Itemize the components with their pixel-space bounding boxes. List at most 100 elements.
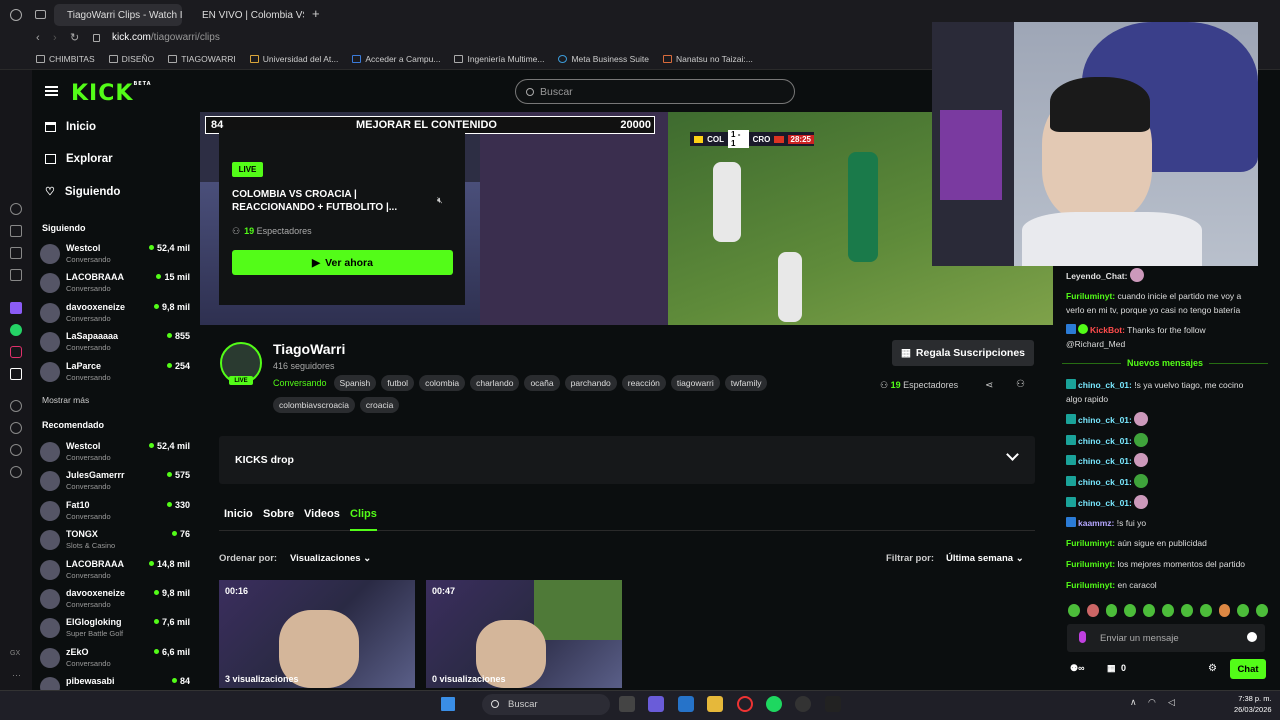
filter-dropdown[interactable]: Última semana ⌄ [946,553,1024,564]
volume-icon[interactable]: ◁ [1168,697,1175,708]
reload-icon[interactable]: ↻ [70,31,79,44]
emote-icon[interactable] [1199,604,1212,617]
channel-item[interactable]: LACOBRAAA Conversando 14,8 mil [40,557,190,583]
windows-start-icon[interactable] [441,697,455,711]
twitch-icon[interactable] [10,302,22,314]
microphone-icon[interactable] [1079,631,1086,643]
nav-siguiendo[interactable]: ♡ Siguiendo [45,185,120,199]
bookmark-item[interactable]: TIAGOWARRI [168,54,236,64]
tag-chip[interactable]: twfamily [724,375,768,391]
settings-icon[interactable] [10,466,22,478]
emote-icon[interactable] [1162,604,1174,617]
mail-icon[interactable] [10,269,22,281]
forward-icon[interactable]: › [53,32,57,44]
wifi-icon[interactable]: ◠ [1148,697,1156,708]
wallet-icon[interactable] [10,225,22,237]
copilot-icon[interactable] [648,696,664,712]
channel-item[interactable]: Westcol Conversando 52,4 mil [40,241,190,267]
tray-chevron-icon[interactable]: ∧ [1130,697,1137,708]
tag-chip[interactable]: colombiavscroacia [273,397,355,413]
emote-icon[interactable] [1086,604,1099,617]
opera-logo-icon[interactable] [10,9,22,21]
tab-clips[interactable]: Clips [350,508,377,520]
category-link[interactable]: Conversando [273,378,327,388]
tab-en-vivo[interactable]: EN VIVO | Colombia VS [184,4,304,26]
back-icon[interactable]: ‹ [36,32,40,44]
tab-inicio[interactable]: Inicio [224,508,253,520]
search-input[interactable]: Buscar [515,79,795,104]
emote-icon[interactable] [1237,604,1250,617]
tag-chip[interactable]: reacción [621,375,666,391]
spotify-icon[interactable] [766,696,782,712]
bookmark-item[interactable]: Meta Business Suite [558,54,649,64]
bookmark-item[interactable]: CHIMBITAS [36,54,95,64]
user-settings-icon[interactable]: ⚇ [1016,379,1025,390]
chat-settings-icon[interactable]: ⚙ [1208,663,1217,674]
tab-tiagowarri-clips[interactable]: TiagoWarri Clips - Watch I [54,4,182,26]
emote-icon[interactable] [1143,604,1156,617]
tag-chip[interactable]: ocaña [524,375,560,391]
kicks-icon[interactable]: ▦ [1107,663,1116,673]
kick-logo[interactable]: KICKBETA [71,81,152,106]
tag-chip[interactable]: parchando [564,375,617,391]
file-explorer-icon[interactable] [707,696,723,712]
points-icon[interactable]: ⚉∞ [1070,663,1084,673]
player-icon[interactable] [10,400,22,412]
emoji-picker-icon[interactable] [1247,632,1257,642]
url-field[interactable]: kick.com/tiagowarri/clips [112,32,220,43]
show-more-link[interactable]: Mostrar más [42,395,89,405]
instagram-icon[interactable] [10,346,22,358]
stream-title[interactable]: COLOMBIA VS CROACIA | REACCIONANDO + FUT… [232,188,427,214]
channel-item[interactable]: LaSapaaaaa Conversando 855 [40,329,190,355]
channel-item[interactable]: JulesGamerrr Conversando 575 [40,468,190,494]
nav-inicio[interactable]: Inicio [45,121,96,133]
clip-card[interactable]: 00:16 3 visualizaciones [219,580,415,688]
watch-now-button[interactable]: ▶ Ver ahora [232,250,453,275]
emote-icon[interactable] [1068,604,1080,617]
channel-item[interactable]: zEkO Conversando 6,6 mil [40,645,190,671]
opera-taskbar-icon[interactable] [737,696,753,712]
obs-icon[interactable] [795,696,811,712]
bookmark-item[interactable]: Acceder a Campu... [352,54,440,64]
taskbar-search[interactable]: Buscar [482,694,610,715]
capcut-icon[interactable] [825,696,841,712]
channel-item[interactable]: Westcol Conversando 52,4 mil [40,439,190,465]
channel-item[interactable]: davooxeneize Conversando 9,8 mil [40,586,190,612]
tag-chip[interactable]: charlando [470,375,520,391]
emote-icon[interactable] [1105,604,1118,617]
clip-card[interactable]: 00:47 0 visualizaciones [426,580,622,688]
tag-chip[interactable]: Spanish [333,375,377,391]
share-icon[interactable]: ⋖ [985,380,993,391]
bookmark-item[interactable]: Nanatsu no Taizai:... [662,54,753,64]
mute-icon[interactable]: 🔇︎ [437,195,443,206]
new-tab-button[interactable]: + [312,6,320,21]
tab-videos[interactable]: Videos [304,508,340,520]
channel-item[interactable]: TONGX Slots & Casino 76 [40,527,190,553]
channel-item[interactable]: LaParce Conversando 254 [40,359,190,385]
channel-item[interactable]: ElGlogloking Super Battle Golf 7,6 mil [40,615,190,641]
channel-item[interactable]: davooxeneize Conversando 9,8 mil [40,300,190,326]
history-icon[interactable] [10,203,22,215]
bookmark-item[interactable]: Universidad del At... [249,54,338,64]
lock-icon[interactable] [93,34,100,42]
gift-subs-button[interactable]: ▦ Regala Suscripciones [892,340,1034,366]
channel-item[interactable]: Fat10 Conversando 330 [40,498,190,524]
send-chat-button[interactable]: Chat [1230,659,1266,679]
menu-icon[interactable] [45,86,58,96]
emote-icon[interactable] [1218,604,1231,617]
gx-icon[interactable]: GX [10,650,20,657]
tag-chip[interactable]: tiagowarri [670,375,720,391]
taskbar-clock[interactable]: 7:38 p. m. 26/03/2026 [1234,693,1272,715]
sort-dropdown[interactable]: Visualizaciones ⌄ [290,553,371,564]
clock-icon[interactable] [10,422,22,434]
emote-icon[interactable] [1180,604,1193,617]
more-icon[interactable]: ··· [12,670,21,680]
tag-chip[interactable]: croacia [359,397,400,413]
store-icon[interactable] [678,696,694,712]
bookmark-item[interactable]: Ingeniería Multime... [454,54,544,64]
task-view-icon[interactable] [619,696,635,712]
emote-icon[interactable] [1256,604,1268,617]
bookmark-item[interactable]: DISEÑO [108,54,154,64]
tag-chip[interactable]: colombia [419,375,466,391]
pinboard-icon[interactable] [10,444,22,456]
